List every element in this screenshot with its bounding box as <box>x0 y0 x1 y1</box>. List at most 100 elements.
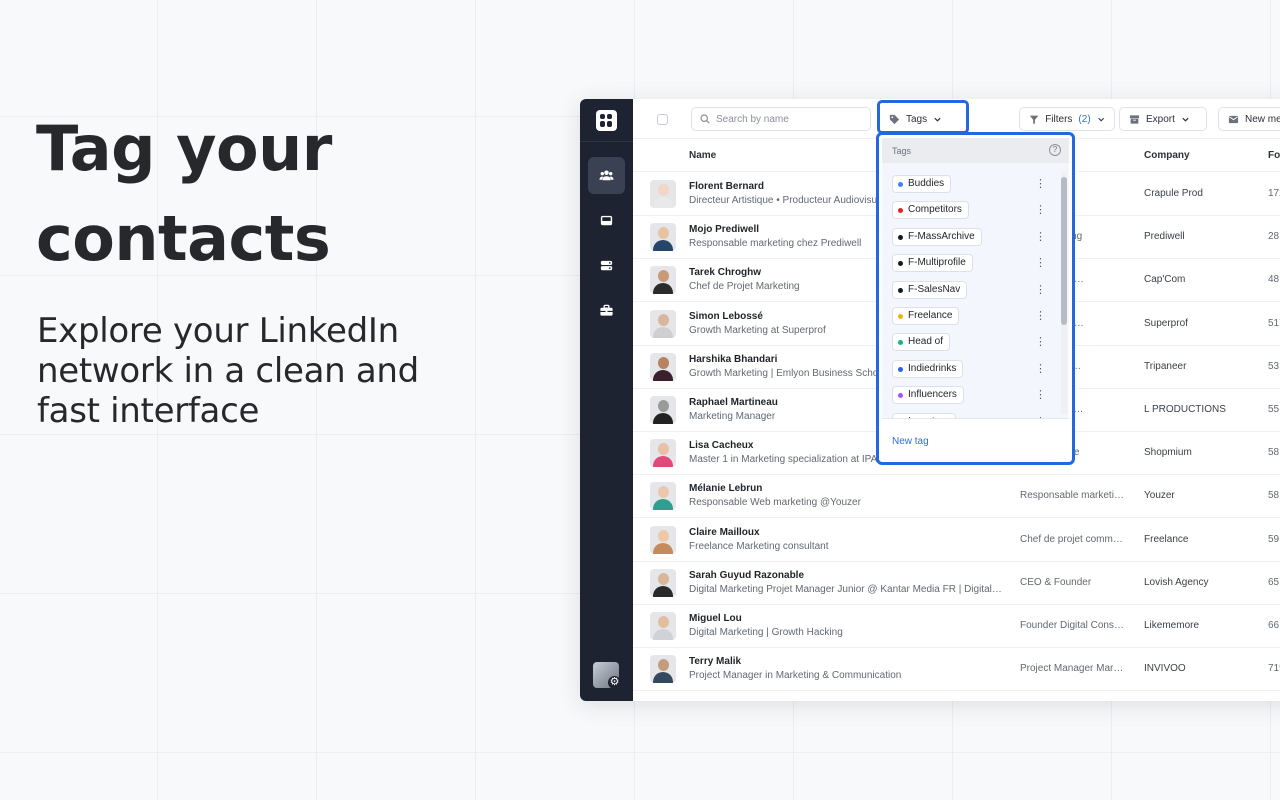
more-vertical-icon[interactable]: ⋮ <box>1035 229 1046 245</box>
question-circle-icon[interactable]: ? <box>1049 144 1061 156</box>
new-message-button[interactable]: New message c <box>1218 107 1280 131</box>
contact-avatar[interactable] <box>650 568 676 597</box>
tag-pill[interactable]: F-MassArchive <box>892 227 982 246</box>
contact-name[interactable]: Harshika Bhandari <box>689 354 777 365</box>
more-vertical-icon[interactable]: ⋮ <box>1035 282 1046 298</box>
sidebar-item-inbox[interactable] <box>588 202 625 239</box>
gear-icon[interactable]: ⚙ <box>608 676 621 689</box>
avatar-head <box>658 356 669 369</box>
table-row[interactable]: Sarah Guyud Razonable Digital Marketing P… <box>633 562 1280 605</box>
tag-label: Freelance <box>908 310 953 321</box>
tag-list-scrollbar[interactable] <box>1061 171 1067 415</box>
contact-avatar[interactable] <box>650 352 676 381</box>
export-button[interactable]: Export <box>1119 107 1207 131</box>
app-logo[interactable] <box>596 110 617 131</box>
contact-avatar[interactable] <box>650 482 676 511</box>
table-row[interactable]: Miguel Lou Digital Marketing | Growth Hac… <box>633 605 1280 648</box>
column-header-name[interactable]: Name <box>689 150 716 161</box>
sidebar-item-toolbox[interactable] <box>588 292 625 329</box>
contact-headline: Freelance Marketing consultant <box>689 540 829 552</box>
sidebar-item-server[interactable] <box>588 247 625 284</box>
tag-color-dot <box>898 261 903 267</box>
contact-name[interactable]: Sarah Guyud Razonable <box>689 570 804 581</box>
contact-name[interactable]: Florent Bernard <box>689 181 764 192</box>
search-input[interactable] <box>716 113 856 125</box>
avatar-head <box>658 529 669 542</box>
contact-avatar[interactable] <box>650 439 676 468</box>
contact-name[interactable]: Lisa Cacheux <box>689 440 753 451</box>
contact-followers: 58 <box>1268 447 1280 459</box>
more-vertical-icon[interactable]: ⋮ <box>1035 202 1046 218</box>
column-header-company[interactable]: Company <box>1144 150 1190 161</box>
tag-item[interactable]: Head of ⋮ <box>892 333 1062 352</box>
avatar-head <box>658 400 669 412</box>
scrollbar-thumb[interactable] <box>1061 177 1067 325</box>
tag-item[interactable]: F-SalesNav ⋮ <box>892 280 1062 299</box>
avatar-head <box>658 313 669 326</box>
tag-pill[interactable]: Competitors <box>892 201 969 220</box>
tag-item[interactable]: Competitors ⋮ <box>892 201 1062 220</box>
tag-item[interactable]: Influencers ⋮ <box>892 386 1062 405</box>
contact-avatar[interactable] <box>650 655 676 684</box>
filters-button[interactable]: Filters (2) <box>1019 107 1115 131</box>
contact-name[interactable]: Mojo Prediwell <box>689 224 759 235</box>
contact-position: Project Manager Mark… <box>1020 663 1128 675</box>
tag-item[interactable]: Buddies ⋮ <box>892 175 1062 193</box>
more-vertical-icon[interactable]: ⋮ <box>1035 176 1046 192</box>
more-vertical-icon[interactable]: ⋮ <box>1035 334 1046 350</box>
briefcase-icon <box>600 304 613 316</box>
contact-avatar[interactable] <box>650 396 676 424</box>
more-vertical-icon[interactable]: ⋮ <box>1035 361 1046 377</box>
contact-avatar[interactable] <box>650 266 676 295</box>
contact-company: Superprof <box>1144 317 1188 329</box>
contact-name[interactable]: Raphael Martineau <box>689 397 778 408</box>
tag-pill[interactable]: F-SalesNav <box>892 280 968 299</box>
contact-name[interactable]: Claire Mailloux <box>689 527 760 538</box>
avatar-body <box>653 629 673 640</box>
avatar-body <box>653 499 673 511</box>
tag-pill[interactable]: Freelance <box>892 307 960 325</box>
contact-followers: 517 <box>1268 317 1280 329</box>
tag-item[interactable]: F-MassArchive ⋮ <box>892 227 1062 246</box>
avatar-head <box>658 227 669 240</box>
more-vertical-icon[interactable]: ⋮ <box>1035 387 1046 403</box>
contact-avatar[interactable] <box>650 180 676 208</box>
contact-followers: 48 <box>1268 274 1280 286</box>
tag-item[interactable]: F-Multiprofile ⋮ <box>892 254 1062 273</box>
tag-item[interactable]: Indiedrinks ⋮ <box>892 359 1062 378</box>
more-vertical-icon[interactable]: ⋮ <box>1035 255 1046 271</box>
contact-name[interactable]: Simon Lebossé <box>689 311 763 322</box>
contact-name[interactable]: Terry Malik <box>689 656 741 667</box>
column-header-followers[interactable]: Fol <box>1268 150 1280 161</box>
tag-pill[interactable]: Buddies <box>892 175 952 193</box>
sidebar-item-contacts[interactable] <box>588 157 625 194</box>
table-row[interactable]: Claire Mailloux Freelance Marketing consu… <box>633 519 1280 562</box>
table-row[interactable]: Mélanie Lebrun Responsable Web marketing … <box>633 475 1280 519</box>
contact-avatar[interactable] <box>650 309 676 338</box>
tag-label: F-SalesNav <box>908 283 961 295</box>
more-vertical-icon[interactable]: ⋮ <box>1035 308 1046 324</box>
table-row[interactable]: Terry Malik Project Manager in Marketing … <box>633 648 1280 692</box>
contact-name[interactable]: Mélanie Lebrun <box>689 483 762 494</box>
contact-company: Cap'Com <box>1144 274 1186 286</box>
contact-followers: 55 <box>1268 404 1280 415</box>
contact-name[interactable]: Tarek Chroghw <box>689 267 761 278</box>
tag-color-dot <box>898 340 903 346</box>
contact-avatar[interactable] <box>650 612 676 640</box>
tag-color-dot <box>898 234 903 240</box>
contact-company: L PRODUCTIONS <box>1144 404 1226 415</box>
search-box[interactable] <box>691 107 871 131</box>
tag-pill[interactable]: Head of <box>892 333 951 352</box>
tag-item[interactable]: Freelance ⋮ <box>892 307 1062 325</box>
contact-avatar[interactable] <box>650 223 676 252</box>
new-tag-button[interactable]: New tag <box>892 436 929 447</box>
contact-avatar[interactable] <box>650 525 676 554</box>
tag-pill[interactable]: Indiedrinks <box>892 359 964 378</box>
tag-pill[interactable]: Influencers <box>892 386 964 405</box>
tags-button[interactable]: Tags <box>880 107 966 131</box>
tag-pill[interactable]: F-Multiprofile <box>892 254 973 273</box>
avatar-body <box>653 240 673 252</box>
select-all-checkbox[interactable] <box>657 114 668 125</box>
contact-name[interactable]: Miguel Lou <box>689 613 742 624</box>
contact-followers: 53 <box>1268 360 1280 372</box>
